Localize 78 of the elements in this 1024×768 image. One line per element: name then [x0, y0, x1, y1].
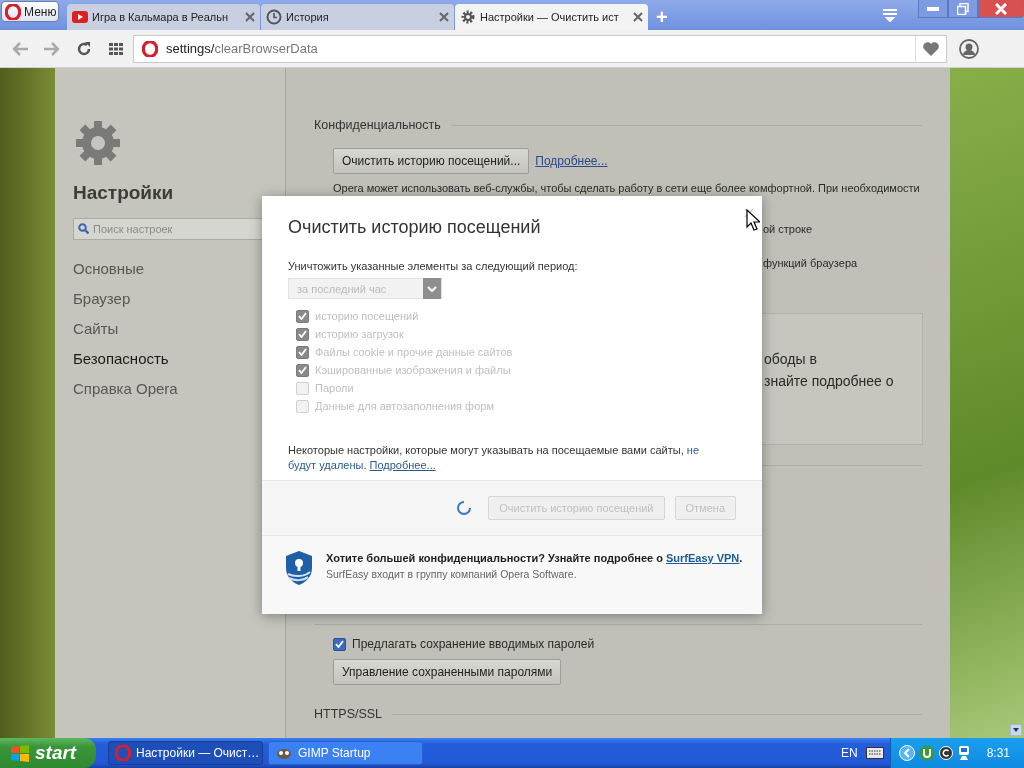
promo-subtext: SurfEasy входит в группу компаний Opera Software. [326, 568, 578, 580]
restore-button[interactable] [948, 0, 978, 18]
settings-icon [460, 9, 476, 25]
start-button[interactable]: start [0, 738, 96, 768]
description-text: функций браузера [763, 257, 858, 269]
check-icon [298, 312, 307, 320]
close-icon[interactable] [744, 208, 754, 218]
language-indicator[interactable]: EN [840, 746, 858, 760]
search-icon [78, 223, 89, 234]
opera-logo-icon [5, 3, 21, 20]
checkbox-label: Данные для автозаполнения форм [315, 400, 494, 412]
network-icon[interactable] [956, 745, 971, 761]
settings-title: Настройки [73, 182, 174, 204]
nav-item[interactable]: Браузер [73, 284, 131, 314]
checkbox-label: историю загрузок [315, 328, 404, 340]
clear-history-button[interactable]: Очистить историю посещений... [333, 148, 530, 174]
loading-spinner-icon [456, 500, 473, 516]
more-link[interactable]: Подробнее... [369, 459, 436, 471]
check-icon [335, 640, 344, 648]
search-field[interactable]: Поиск настроек [73, 218, 265, 240]
browser-tab[interactable]: История [261, 4, 454, 30]
dialog-title: Очистить историю посещений [288, 217, 541, 238]
tray-app-icon[interactable] [918, 745, 935, 761]
taskbar-button[interactable]: Настройки — Очист… [108, 741, 263, 765]
url-text: settings/clearBrowserData [166, 41, 319, 56]
note-text: Некоторые настройки, которые могут указывать на посещаемые вами сайты, не будут удалены. Подробнее... [288, 443, 701, 473]
check-icon [298, 366, 307, 374]
checkbox-label: Файлы cookie и прочие данные сайтов [315, 346, 513, 358]
taskbar-button[interactable]: GIMP Startup [268, 741, 423, 765]
manage-passwords-button[interactable]: Управление сохраненными паролями [333, 659, 562, 685]
close-icon [995, 2, 1007, 15]
speed-dial-icon[interactable] [109, 42, 123, 55]
promo-text: Хотите большей конфиденциальности? Узнайте подробнее о SurfEasy VPN. [326, 551, 743, 566]
minimize-icon [927, 5, 939, 12]
video-icon [72, 9, 88, 25]
clock: 8:31 [986, 746, 1010, 760]
checkbox[interactable] [333, 637, 346, 651]
heart-icon [922, 40, 940, 57]
nav-item[interactable]: Справка Opera [73, 374, 178, 404]
animal-icon [275, 746, 293, 760]
checkbox-label: Предлагать сохранение вводимых паролей [352, 637, 595, 651]
browser-tab[interactable]: Игра в Кальмара в Реальн [67, 4, 260, 30]
windows-logo-icon [10, 744, 30, 762]
panel-text: ободы в [764, 350, 818, 369]
keyboard-icon[interactable] [865, 747, 884, 759]
check-icon [298, 348, 307, 356]
description-text: ой строке [763, 223, 813, 235]
description-text: Opera может использовать веб-службы, чтобы сделать работу в сети еще более комфортной. При необходимости [333, 182, 920, 194]
nav-item[interactable]: Основные [73, 254, 145, 284]
tab-menu-icon[interactable] [882, 8, 898, 22]
gear-icon [73, 118, 123, 168]
clock-icon [266, 9, 282, 25]
checkbox-label: Кэшированные изображения и файлы [315, 364, 511, 376]
section-heading: HTTPS/SSL [314, 707, 383, 721]
nav-item[interactable]: Безопасность [73, 344, 169, 374]
panel-text: знайте подробнее о [764, 372, 895, 391]
section-heading: Конфиденциальность [314, 118, 441, 132]
check-icon [298, 330, 307, 338]
browser-tab[interactable]: Настройки — Очистить ист [455, 4, 648, 30]
chevron-icon [427, 285, 437, 292]
opera-logo-icon [115, 745, 131, 761]
close-button[interactable] [978, 0, 1024, 18]
minimize-button[interactable] [918, 0, 948, 18]
chevron-left-icon[interactable] [898, 745, 915, 761]
more-link[interactable]: Подробнее... [535, 154, 608, 168]
restore-icon [957, 2, 969, 15]
period-label: Уничтожить указанные элементы за следующий период: [288, 260, 578, 272]
checkbox-label: историю посещений [315, 310, 419, 322]
profile-icon[interactable] [959, 38, 979, 59]
scroll-down-icon[interactable] [1010, 724, 1022, 736]
address-field[interactable]: settings/clearBrowserData [133, 34, 947, 63]
nav-item[interactable]: Сайты [73, 314, 119, 344]
menu-button[interactable]: Меню [1, 1, 59, 22]
reload-icon[interactable] [77, 41, 91, 56]
opera-logo-icon [142, 40, 158, 57]
shield-icon [284, 550, 314, 586]
checkbox-label: Пароли [315, 382, 354, 394]
copyright-icon[interactable] [938, 746, 953, 760]
